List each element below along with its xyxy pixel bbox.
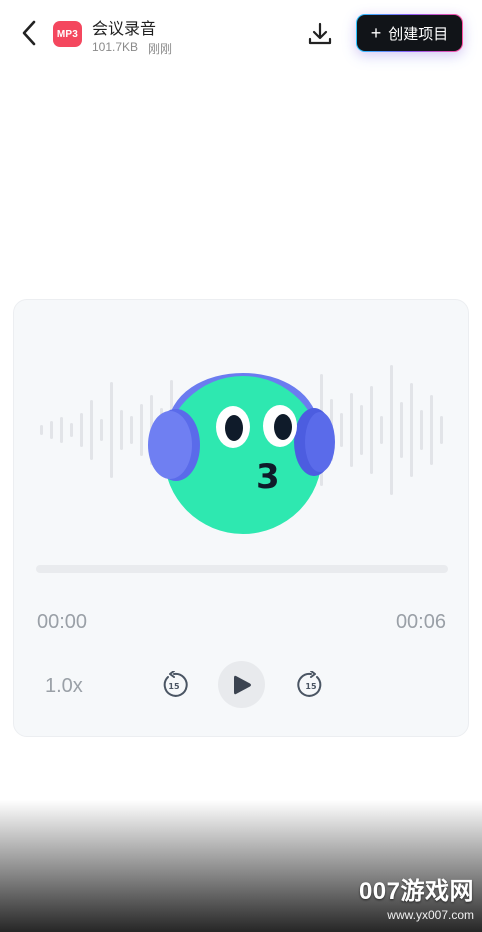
waveform-bar xyxy=(40,425,43,435)
mp3-file-badge: MP3 xyxy=(53,21,82,47)
create-project-label: 创建项目 xyxy=(388,25,449,43)
headphones-mascot-icon: 3 xyxy=(148,373,335,534)
mascot-mouth: 3 xyxy=(256,457,280,497)
rewind-15-icon: 15 xyxy=(163,671,188,697)
site-watermark: 007游戏网 www.yx007.com xyxy=(359,871,474,922)
download-icon xyxy=(308,22,332,45)
audio-player-card: 3 00:00 00:06 1.0x 15 15 xyxy=(13,299,469,737)
skip-forward-15-button[interactable]: 15 xyxy=(297,670,325,700)
back-button[interactable] xyxy=(16,18,42,48)
waveform-bar xyxy=(130,416,133,444)
waveform-bar xyxy=(370,386,373,474)
plus-icon: + xyxy=(370,22,382,43)
playback-speed-button[interactable]: 1.0x xyxy=(45,675,83,698)
watermark-main: 007游戏网 xyxy=(358,878,474,905)
bottom-gradient: 007游戏网 www.yx007.com xyxy=(0,800,482,932)
waveform-bar xyxy=(400,402,403,458)
waveform-bar xyxy=(340,413,343,447)
total-time: 00:06 xyxy=(395,611,446,633)
waveform-bar xyxy=(440,416,443,444)
waveform-bar xyxy=(410,383,413,477)
forward-15-icon: 15 xyxy=(297,671,322,697)
current-time: 00:00 xyxy=(37,611,88,633)
file-size: 101.7KB xyxy=(92,40,139,54)
waveform-bar xyxy=(380,416,383,444)
watermark-url: www.yx007.com xyxy=(387,908,474,922)
waveform-bar xyxy=(60,417,63,443)
top-bar: MP3 会议录音 101.7KB 刚刚 + 创建项目 xyxy=(0,0,482,66)
file-name: 会议录音 xyxy=(92,21,157,38)
waveform-bar xyxy=(140,404,143,456)
waveform-bar xyxy=(350,393,353,467)
waveform-bar xyxy=(110,382,113,478)
waveform-bar xyxy=(420,410,423,450)
file-time: 刚刚 xyxy=(148,42,173,56)
waveform-bar xyxy=(70,423,73,437)
skip-back-seconds: 15 xyxy=(168,682,180,691)
waveform-bar xyxy=(80,413,83,447)
skip-forward-seconds: 15 xyxy=(305,682,317,691)
waveform-bar xyxy=(430,395,433,465)
waveform-bar xyxy=(390,365,393,495)
waveform-bar xyxy=(360,405,363,455)
create-project-button[interactable]: + 创建项目 xyxy=(356,14,463,52)
chevron-left-icon xyxy=(22,20,36,46)
waveform-bar xyxy=(100,419,103,441)
progress-bar[interactable] xyxy=(36,565,448,573)
skip-back-15-button[interactable]: 15 xyxy=(160,670,188,700)
download-button[interactable] xyxy=(306,20,334,48)
play-icon xyxy=(233,675,251,694)
play-button[interactable] xyxy=(218,661,265,708)
waveform-bar xyxy=(50,421,53,439)
waveform-bar xyxy=(90,400,93,460)
waveform-bar xyxy=(120,410,123,450)
file-meta: 101.7KB 刚刚 xyxy=(92,40,172,57)
